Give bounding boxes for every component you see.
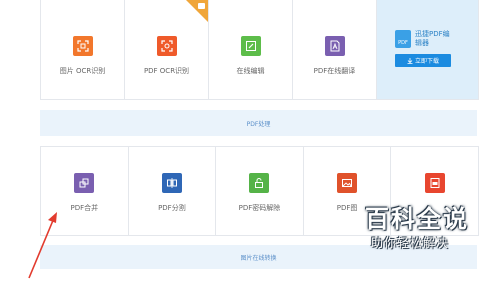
download-icon xyxy=(407,57,413,64)
tile-online-edit[interactable]: 在线编辑 xyxy=(209,0,293,99)
section-title: PDF处理 xyxy=(246,120,271,128)
tile-pdf-split[interactable]: PDF分割 xyxy=(129,147,217,235)
tile-label: 图片 OCR识别 xyxy=(59,67,106,75)
annotation-arrow-icon xyxy=(28,212,57,279)
tile-label: PDF密码解除 xyxy=(238,204,281,212)
watermark-logo: 百科全说 助你轻松解决 xyxy=(351,206,475,258)
unlock-icon xyxy=(249,173,270,193)
promo-title: 迅捷PDF编辑器 xyxy=(415,30,450,47)
promo-header: PDF 迅捷PDF编辑器 xyxy=(395,30,455,48)
tile-label: PDF分割 xyxy=(158,204,186,212)
tools-grid-row-1: 图片 OCR识别 PDF OCR识别 在线编辑 PDF在线翻译 PDF 迅捷PD… xyxy=(40,0,479,100)
tile-label: 在线编辑 xyxy=(236,67,265,75)
edit-icon xyxy=(240,36,261,56)
split-icon xyxy=(161,173,182,193)
download-button-label: 立即下载 xyxy=(414,58,439,65)
tile-pdf-unlock[interactable]: PDF密码解除 xyxy=(216,147,304,235)
image-ocr-icon xyxy=(72,36,93,56)
promo-download-tile[interactable]: PDF 迅捷PDF编辑器 立即下载 xyxy=(377,0,478,99)
pdf-image-icon xyxy=(337,173,358,193)
video-icon xyxy=(198,3,205,9)
tile-pdf-ocr[interactable]: PDF OCR识别 xyxy=(125,0,209,99)
watermark-title: 百科全说 xyxy=(365,205,469,233)
tile-pdf-translate[interactable]: PDF在线翻译 xyxy=(293,0,377,99)
section-header-pdf-processing: PDF处理 xyxy=(40,110,477,136)
tile-label: PDF OCR识别 xyxy=(143,67,190,75)
watermark-subtitle: 助你轻松解决 xyxy=(371,236,450,250)
pdf-ocr-icon xyxy=(156,36,177,56)
pdf-to-file-icon xyxy=(424,173,445,193)
translate-icon xyxy=(324,36,345,56)
download-now-button[interactable]: 立即下载 xyxy=(395,54,451,67)
section-title: 图片在线转换 xyxy=(240,254,277,262)
tile-label: PDF在线翻译 xyxy=(313,67,356,75)
tile-label: PDF合并 xyxy=(70,204,99,212)
tile-image-ocr[interactable]: 图片 OCR识别 xyxy=(41,0,125,99)
pdf-editor-logo-icon: PDF xyxy=(395,30,411,48)
merge-icon xyxy=(74,173,95,193)
